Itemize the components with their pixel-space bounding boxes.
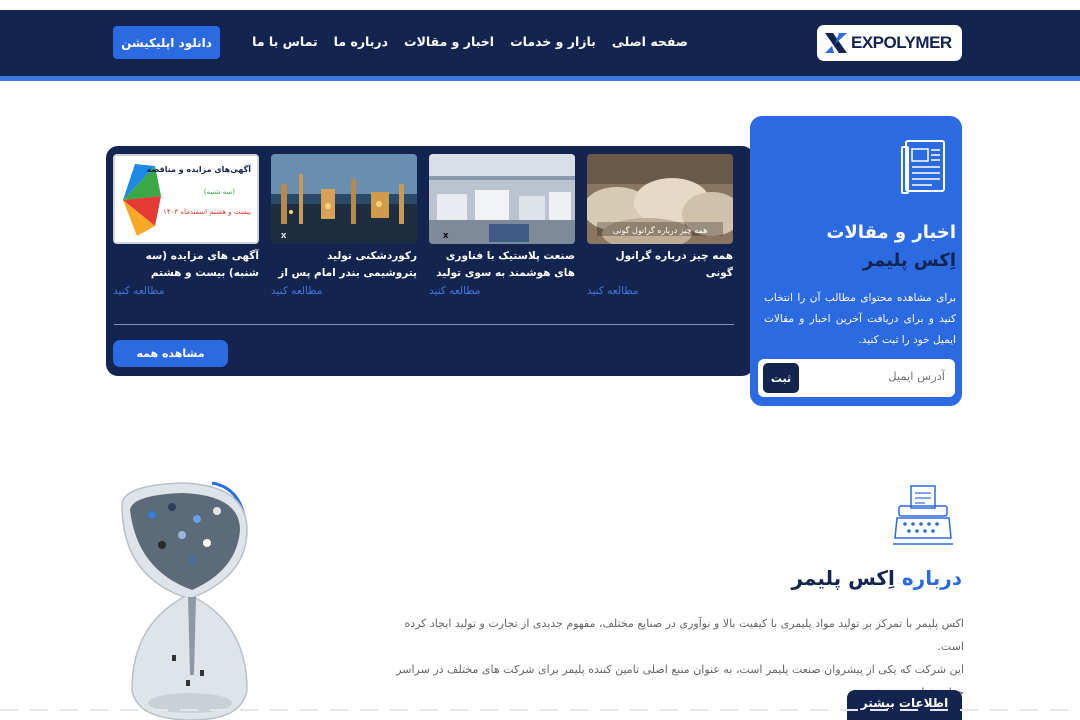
news-card-title: آگهی های مزایده (سه شنبه) بیست و هشتم اس… — [145, 250, 259, 279]
news-card-image-caption: آگهی‌های مزایده و مناقصه — [147, 164, 251, 174]
nav-market[interactable]: بازار و خدمات — [510, 34, 596, 49]
news-card-image: همه چیز درباره گرانول گونی — [587, 154, 733, 244]
email-submit-button[interactable]: ثبت — [763, 363, 799, 393]
news-card-image-caption: بیست و هشتم اسفندماه ۱۴۰۳ — [163, 208, 251, 216]
about-title-part2: اِکس پلیمر — [791, 566, 895, 590]
hourglass-image — [112, 475, 272, 720]
news-card-image: X — [271, 154, 417, 244]
about-title-part1: درباره — [901, 566, 962, 590]
news-card-image-caption: همه چیز درباره گرانول گونی — [613, 225, 708, 235]
news-card-title: صنعت پلاستیک با فناوری های هوشمند به سوی… — [436, 250, 575, 279]
news-card-title: رکوردشکنی تولید پتروشیمی بندر امام پس از… — [278, 250, 417, 279]
news-box-subtitle: اِکس پلیمر — [862, 250, 956, 271]
nav-contact[interactable]: تماس با ما — [252, 34, 318, 49]
about-line-1: اکس پلیمر با تمرکز بر تولید مواد پلیمری … — [404, 617, 964, 653]
news-box-description: برای مشاهده محتوای مطالب آن را انتخاب کن… — [764, 292, 956, 346]
more-info-button[interactable]: اطلاعات بیشتر — [847, 690, 962, 720]
view-all-button[interactable]: مشاهده همه — [113, 340, 228, 367]
news-box-title: اخبار و مقالات — [826, 222, 956, 243]
news-card-image-caption: (سه شنبه) — [204, 188, 235, 196]
nav-home[interactable]: صفحه اصلی — [612, 34, 688, 49]
news-card[interactable]: همه چیز درباره گرانول گونی همه چیز دربار… — [587, 154, 733, 297]
news-divider — [114, 324, 734, 325]
email-input[interactable] — [805, 369, 945, 383]
newsletter-form: ثبت — [758, 359, 955, 397]
logo-x-icon — [823, 30, 849, 56]
about-title: درباره اِکس پلیمر — [791, 566, 962, 590]
nav-news[interactable]: اخبار و مقالات — [404, 34, 494, 49]
news-card-title: همه چیز درباره گرانول گونی — [615, 250, 733, 279]
download-app-button[interactable]: دانلود اپلیکیشن — [113, 26, 220, 59]
logo-text: EXPOLYMER — [851, 33, 952, 52]
news-card[interactable]: آگهی‌های مزایده و مناقصه (سه شنبه) بیست … — [113, 154, 259, 297]
svg-text:X: X — [443, 232, 449, 240]
typewriter-icon — [893, 484, 953, 546]
news-card-image: آگهی‌های مزایده و مناقصه (سه شنبه) بیست … — [113, 154, 259, 244]
news-card[interactable]: X رکوردشکنی تولید پتروشیمی بندر امام پس … — [271, 154, 417, 297]
read-more-link[interactable]: مطالعه کنید — [429, 285, 481, 297]
read-more-link[interactable]: مطالعه کنید — [587, 285, 639, 297]
decorative-dashes — [0, 709, 1080, 711]
site-logo[interactable]: EXPOLYMER — [817, 25, 962, 61]
news-card-image: X — [429, 154, 575, 244]
svg-text:X: X — [281, 232, 287, 240]
news-card[interactable]: X صنعت پلاستیک با فناوری های هوشمند به س… — [429, 154, 575, 297]
newspaper-icon — [900, 137, 950, 203]
nav-about[interactable]: درباره ما — [334, 34, 388, 49]
read-more-link[interactable]: مطالعه کنید — [113, 285, 165, 297]
read-more-link[interactable]: مطالعه کنید — [271, 285, 323, 297]
top-strip — [0, 0, 1080, 10]
main-nav: صفحه اصلی بازار و خدمات اخبار و مقالات د… — [252, 34, 688, 49]
header-accent-line — [0, 76, 1080, 81]
